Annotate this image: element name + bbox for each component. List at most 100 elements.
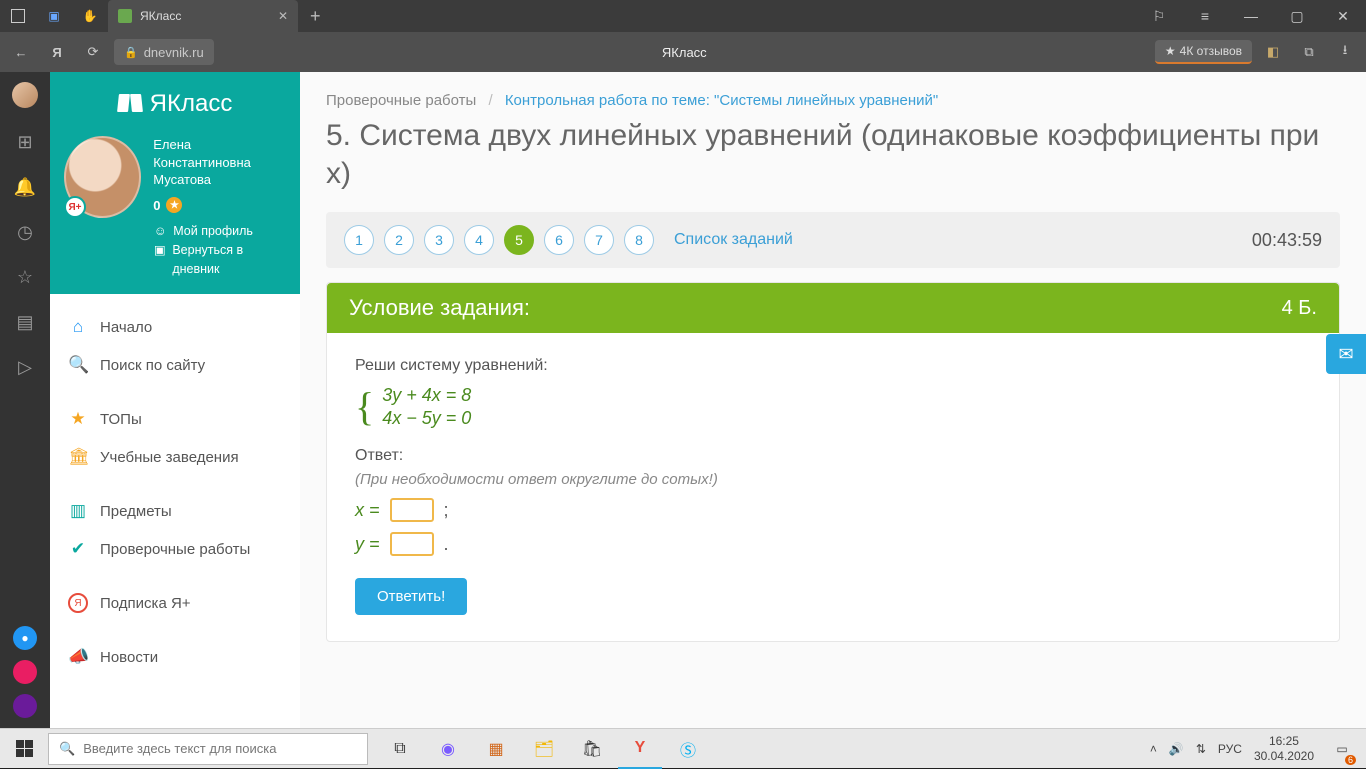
start-button[interactable] bbox=[0, 740, 48, 757]
yandex-home-icon[interactable]: Я bbox=[42, 37, 72, 67]
tray-notifications[interactable]: ▭ 6 bbox=[1326, 729, 1358, 769]
profile-name-2: Константиновна bbox=[153, 154, 286, 172]
equation-2: 4x − 5y = 0 bbox=[382, 408, 471, 429]
news-icon: 📣 bbox=[68, 647, 88, 667]
rail-history-icon[interactable]: ◷ bbox=[17, 222, 33, 243]
tray-network-icon[interactable]: ⇅ bbox=[1196, 742, 1206, 756]
answer-row-y: y = . bbox=[355, 532, 1311, 556]
rail-alice-icon[interactable] bbox=[13, 694, 37, 718]
step-7[interactable]: 7 bbox=[584, 225, 614, 255]
nav-back-icon[interactable]: ← bbox=[6, 37, 36, 67]
input-x[interactable] bbox=[390, 498, 434, 522]
app-icon-2[interactable]: ✋ bbox=[72, 0, 108, 32]
new-tab-button[interactable]: + bbox=[298, 6, 333, 27]
taskbar-app-store[interactable]: 🛍 bbox=[570, 729, 614, 769]
step-1[interactable]: 1 bbox=[344, 225, 374, 255]
browser-menu-icon[interactable]: ≡ bbox=[1182, 0, 1228, 32]
menu-home[interactable]: ⌂Начало bbox=[50, 308, 300, 346]
url-field[interactable]: 🔒 dnevnik.ru bbox=[114, 39, 214, 65]
timer: 00:43:59 bbox=[1252, 230, 1322, 251]
menu-search-label: Поиск по сайту bbox=[100, 357, 205, 374]
tab-title: ЯКласс bbox=[140, 9, 181, 23]
sidebar-header: ЯКласс Я+ Елена Константиновна Мусатова … bbox=[50, 72, 300, 294]
step-8[interactable]: 8 bbox=[624, 225, 654, 255]
rail-avatar-icon[interactable] bbox=[12, 82, 38, 108]
step-6[interactable]: 6 bbox=[544, 225, 574, 255]
menu-subscribe[interactable]: ЯПодписка Я+ bbox=[50, 584, 300, 622]
extensions-icon[interactable]: ⧉ bbox=[1294, 37, 1324, 67]
taskbar-app-explorer[interactable]: 🗂 bbox=[522, 729, 566, 769]
profile-badge: Я+ bbox=[64, 196, 86, 218]
taskbar-app-1[interactable]: ◉ bbox=[426, 729, 470, 769]
tray-language[interactable]: РУС bbox=[1218, 742, 1242, 756]
tab-close-icon[interactable]: ✕ bbox=[278, 9, 288, 23]
brand-book-icon bbox=[118, 94, 142, 114]
taskbar-app-2[interactable]: ▦ bbox=[474, 729, 518, 769]
step-3[interactable]: 3 bbox=[424, 225, 454, 255]
rail-favorites-icon[interactable]: ☆ bbox=[17, 267, 33, 288]
reviews-badge[interactable]: ★ 4К отзывов bbox=[1155, 40, 1252, 64]
taskbar-search[interactable]: 🔍 Введите здесь текст для поиска bbox=[48, 733, 368, 765]
step-5[interactable]: 5 bbox=[504, 225, 534, 255]
menu-tops-label: ТОПы bbox=[100, 411, 142, 428]
search-icon: 🔍 bbox=[68, 355, 88, 375]
profile-link-text: Мой профиль bbox=[173, 222, 253, 241]
feedback-tab[interactable]: ✉ bbox=[1326, 334, 1366, 374]
app-icon-1[interactable]: ▣ bbox=[36, 0, 72, 32]
bookmark-bar-icon[interactable]: ⚐ bbox=[1136, 0, 1182, 32]
answer-hint: (При необходимости ответ округлите до со… bbox=[355, 471, 1311, 488]
menu-tops[interactable]: ★ТОПы bbox=[50, 400, 300, 438]
sidebar-menu: ⌂Начало 🔍 Поиск по сайту ★ТОПы 🏛Учебные з… bbox=[50, 294, 300, 690]
menu-news[interactable]: 📣 Новости bbox=[50, 638, 300, 676]
taskbar-app-yandex[interactable]: Y bbox=[618, 729, 662, 769]
profile-name-1: Елена bbox=[153, 136, 286, 154]
rail-collections-icon[interactable]: ▤ bbox=[16, 312, 33, 333]
browser-titlebar: ▣ ✋ ЯКласс ✕ + ⚐ ≡ — ▢ ✕ bbox=[0, 0, 1366, 32]
notification-count: 6 bbox=[1345, 755, 1356, 765]
brand-logo[interactable]: ЯКласс bbox=[64, 90, 286, 118]
menu-news-label: Новости bbox=[100, 649, 158, 666]
step-4[interactable]: 4 bbox=[464, 225, 494, 255]
rail-service-icon[interactable] bbox=[13, 660, 37, 684]
rail-assistant-icon[interactable]: ● bbox=[13, 626, 37, 650]
step-list-link[interactable]: Список заданий bbox=[674, 231, 793, 249]
breadcrumb-root[interactable]: Проверочные работы bbox=[326, 92, 476, 109]
tray-volume-icon[interactable]: 🔊 bbox=[1169, 742, 1184, 756]
bookmark-icon[interactable]: ◧ bbox=[1258, 37, 1288, 67]
task-prompt: Реши систему уравнений: bbox=[355, 357, 1311, 375]
tray-clock[interactable]: 16:25 30.04.2020 bbox=[1254, 734, 1314, 763]
submit-button[interactable]: Ответить! bbox=[355, 578, 467, 615]
window-maximize-icon[interactable]: ▢ bbox=[1274, 0, 1320, 32]
book-icon: ▥ bbox=[68, 501, 88, 521]
rail-apps-icon[interactable]: ⊞ bbox=[17, 132, 32, 153]
profile-avatar[interactable]: Я+ bbox=[64, 136, 141, 218]
tray-time: 16:25 bbox=[1254, 734, 1314, 748]
browser-side-rail: ⊞ 🔔 ◷ ☆ ▤ ▷ ● bbox=[0, 72, 50, 728]
viewport: ⊞ 🔔 ◷ ☆ ▤ ▷ ● ЯКласс Я+ Елена Константи bbox=[0, 72, 1366, 728]
breadcrumb-link[interactable]: Контрольная работа по теме: "Системы лин… bbox=[505, 92, 938, 109]
task-panel-body: Реши систему уравнений: { 3y + 4x = 8 4x… bbox=[327, 333, 1339, 641]
input-y[interactable] bbox=[390, 532, 434, 556]
profile-link-my[interactable]: ☺Мой профиль bbox=[153, 222, 286, 241]
taskbar-app-skype[interactable]: Ⓢ bbox=[666, 729, 710, 769]
rail-play-icon[interactable]: ▷ bbox=[18, 357, 32, 378]
menu-search[interactable]: 🔍 Поиск по сайту bbox=[50, 346, 300, 384]
window-minimize-icon[interactable]: — bbox=[1228, 0, 1274, 32]
panel-toggle-icon[interactable] bbox=[0, 0, 36, 32]
breadcrumb-sep: / bbox=[488, 92, 492, 109]
menu-schools[interactable]: 🏛Учебные заведения bbox=[50, 438, 300, 476]
book-small-icon: ▣ bbox=[153, 241, 166, 260]
tray-expand-icon[interactable]: ˄ bbox=[1150, 742, 1157, 756]
step-2[interactable]: 2 bbox=[384, 225, 414, 255]
browser-tab-active[interactable]: ЯКласс ✕ bbox=[108, 0, 298, 32]
window-close-icon[interactable]: ✕ bbox=[1320, 0, 1366, 32]
nav-reload-icon[interactable]: ⟳ bbox=[78, 37, 108, 67]
menu-tests[interactable]: ✔Проверочные работы bbox=[50, 530, 300, 568]
task-view-icon[interactable]: ⧉ bbox=[378, 729, 422, 769]
back-to-diary-link[interactable]: ▣Вернуться в дневник bbox=[153, 241, 286, 279]
menu-tests-label: Проверочные работы bbox=[100, 541, 250, 558]
menu-subjects[interactable]: ▥Предметы bbox=[50, 492, 300, 530]
notification-icon: ▭ bbox=[1336, 742, 1347, 756]
downloads-icon[interactable]: ⭳ bbox=[1330, 37, 1360, 67]
rail-notifications-icon[interactable]: 🔔 bbox=[14, 177, 36, 198]
